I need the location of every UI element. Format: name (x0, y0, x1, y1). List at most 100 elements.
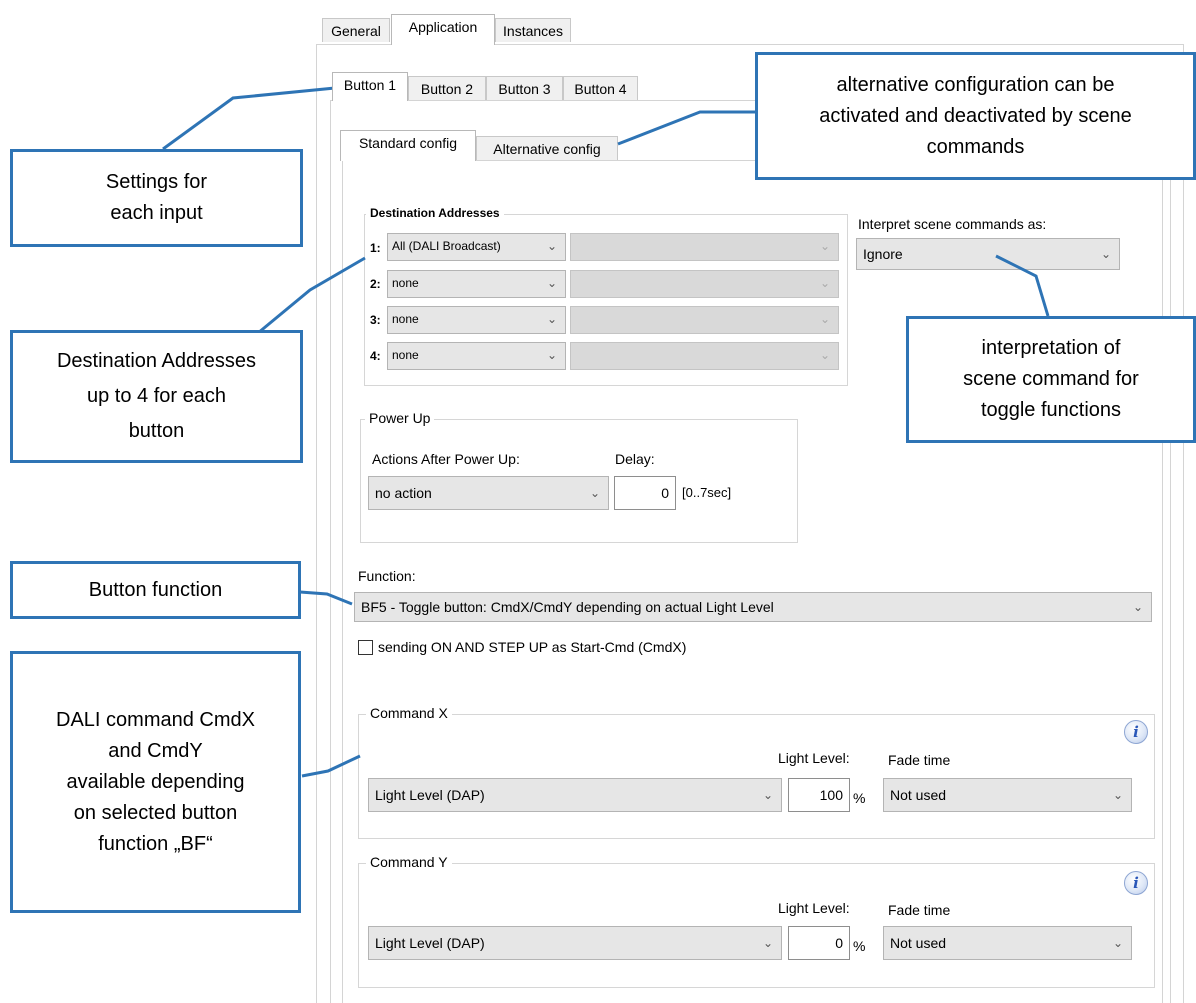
dest-row-1-sub-select: ⌄ (570, 233, 839, 261)
command-y-fade-value: Not used (890, 935, 947, 951)
command-y-level-value: 0 (835, 935, 843, 951)
tab-standard-config-label: Standard config (358, 135, 458, 151)
tab-application-label: Application (408, 19, 478, 35)
callout-button-function: Button function (10, 561, 301, 619)
dali-connector (301, 754, 361, 778)
command-x-group (358, 714, 1155, 839)
dest-row-3-select[interactable]: none ⌄ (387, 306, 566, 334)
power-up-action-select[interactable]: no action ⌄ (368, 476, 609, 510)
tab-button-1[interactable]: Button 1 (332, 72, 408, 101)
chevron-down-icon: ⌄ (819, 348, 830, 362)
dest-row-2-select[interactable]: none ⌄ (387, 270, 566, 298)
chevron-down-icon: ⌄ (1100, 247, 1111, 261)
tab-button-2[interactable]: Button 2 (408, 76, 486, 100)
chevron-down-icon: ⌄ (546, 348, 557, 362)
command-x-value: Light Level (DAP) (375, 787, 485, 803)
info-icon[interactable]: i (1124, 871, 1148, 895)
dest-row-1-num: 1: (370, 241, 381, 255)
chevron-down-icon: ⌄ (546, 239, 557, 253)
dest-row-4-sub-select: ⌄ (570, 342, 839, 370)
command-y-title: Command Y (366, 854, 452, 870)
chevron-down-icon: ⌄ (1112, 788, 1123, 802)
power-up-title: Power Up (365, 410, 435, 426)
tab-button-4[interactable]: Button 4 (563, 76, 638, 100)
command-x-unit: % (853, 790, 866, 806)
function-value: BF5 - Toggle button: CmdX/CmdY depending… (361, 599, 774, 615)
checkbox-icon[interactable] (358, 640, 373, 655)
command-x-fade-label: Fade time (888, 752, 951, 768)
delay-input[interactable]: 0 (614, 476, 676, 510)
chevron-down-icon: ⌄ (762, 788, 773, 802)
tab-instances[interactable]: Instances (495, 18, 571, 42)
command-y-level-input[interactable]: 0 (788, 926, 850, 960)
chevron-down-icon: ⌄ (1132, 600, 1143, 614)
tab-button-3-label: Button 3 (498, 81, 551, 97)
tab-alternative-config[interactable]: Alternative config (476, 136, 618, 160)
function-select[interactable]: BF5 - Toggle button: CmdX/CmdY depending… (354, 592, 1152, 622)
scene-label: Interpret scene commands as: (858, 216, 1047, 232)
chevron-down-icon: ⌄ (819, 276, 830, 290)
chevron-down-icon: ⌄ (589, 486, 600, 500)
dest-row-1-select[interactable]: All (DALI Broadcast) ⌄ (387, 233, 566, 261)
tab-button-3[interactable]: Button 3 (486, 76, 563, 100)
callout-interpretation: interpretation of scene command for toggle… (906, 316, 1196, 443)
dest-row-1-value: All (DALI Broadcast) (392, 239, 501, 253)
command-y-value: Light Level (DAP) (375, 935, 485, 951)
chevron-down-icon: ⌄ (1112, 936, 1123, 950)
dest-row-4-num: 4: (370, 349, 381, 363)
command-x-level-input[interactable]: 100 (788, 778, 850, 812)
dest-row-3-value: none (392, 312, 419, 326)
callout-dali: DALI command CmdX and CmdY available depen… (10, 651, 301, 913)
command-y-select[interactable]: Light Level (DAP) ⌄ (368, 926, 782, 960)
chevron-down-icon: ⌄ (762, 936, 773, 950)
delay-label: Delay: (615, 451, 655, 467)
callout-settings: Settings for each input (10, 149, 303, 247)
destination-title: Destination Addresses (366, 205, 504, 221)
dest-row-4-value: none (392, 348, 419, 362)
scene-select[interactable]: Ignore ⌄ (856, 238, 1120, 270)
function-label: Function: (358, 568, 416, 584)
command-x-select[interactable]: Light Level (DAP) ⌄ (368, 778, 782, 812)
inner-left-border (330, 100, 331, 1003)
tab-standard-config[interactable]: Standard config (340, 130, 476, 161)
tab-application[interactable]: Application (391, 14, 495, 45)
scene-value: Ignore (863, 246, 903, 262)
command-x-level-value: 100 (819, 787, 843, 803)
chevron-down-icon: ⌄ (546, 276, 557, 290)
info-icon[interactable]: i (1124, 720, 1148, 744)
command-y-fade-label: Fade time (888, 902, 951, 918)
content-right-border (1162, 160, 1163, 1003)
chevron-down-icon: ⌄ (819, 312, 830, 326)
tab-general[interactable]: General (322, 18, 390, 42)
delay-value: 0 (661, 485, 669, 501)
command-x-fade-select[interactable]: Not used ⌄ (883, 778, 1132, 812)
alternative-connector (617, 110, 760, 146)
dialog-left-border (316, 44, 317, 1003)
dest-row-2-sub-select: ⌄ (570, 270, 839, 298)
dest-row-2-value: none (392, 276, 419, 290)
tab-alternative-config-label: Alternative config (493, 141, 601, 157)
dest-row-4-select[interactable]: none ⌄ (387, 342, 566, 370)
command-y-light-level-label: Light Level: (778, 900, 850, 916)
actions-after-power-up-label: Actions After Power Up: (372, 451, 520, 467)
button-function-connector (299, 590, 353, 606)
callout-destination: Destination Addresses up to 4 for each but… (10, 330, 303, 463)
command-x-fade-value: Not used (890, 787, 947, 803)
tab-general-label: General (331, 23, 381, 39)
command-x-title: Command X (366, 705, 452, 721)
callout-alternative: alternative configuration can be activate… (755, 52, 1196, 180)
dest-row-3-sub-select: ⌄ (570, 306, 839, 334)
tab-button-4-label: Button 4 (574, 81, 627, 97)
command-y-unit: % (853, 938, 866, 954)
tab-button-1-label: Button 1 (343, 77, 397, 93)
destination-connector (257, 256, 366, 335)
command-x-light-level-label: Light Level: (778, 750, 850, 766)
dialog-right-border (1183, 44, 1184, 1003)
tab-button-2-label: Button 2 (420, 81, 474, 97)
settings-connector (162, 86, 336, 151)
command-y-fade-select[interactable]: Not used ⌄ (883, 926, 1132, 960)
chevron-down-icon: ⌄ (819, 239, 830, 253)
dest-row-3-num: 3: (370, 313, 381, 327)
dest-row-2-num: 2: (370, 277, 381, 291)
tab-instances-label: Instances (503, 23, 563, 39)
